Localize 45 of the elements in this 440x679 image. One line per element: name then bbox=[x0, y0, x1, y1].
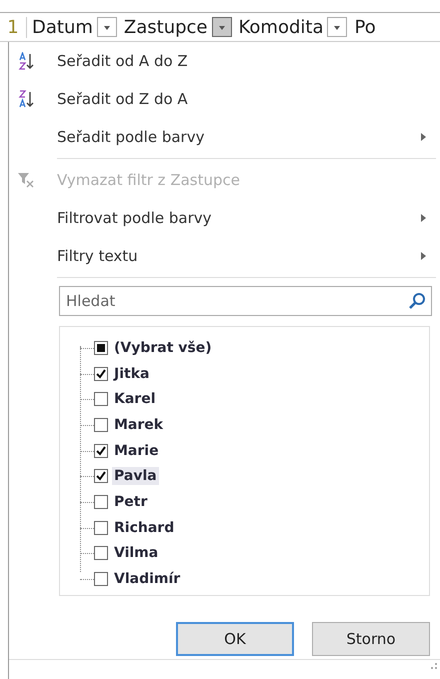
resize-grip-icon[interactable] bbox=[430, 662, 438, 670]
checkbox[interactable] bbox=[94, 340, 108, 355]
checkbox[interactable] bbox=[94, 546, 108, 560]
checkbox[interactable] bbox=[94, 392, 108, 406]
sort-descending-icon bbox=[17, 90, 34, 108]
checkmark-icon bbox=[96, 368, 106, 379]
column-header: Datum bbox=[32, 16, 93, 38]
menu-item[interactable]: Filtry textu bbox=[9, 237, 440, 275]
checkbox[interactable] bbox=[94, 520, 108, 535]
clear-filter-icon bbox=[17, 171, 34, 189]
dialog-button[interactable]: Storno bbox=[312, 622, 430, 656]
checkbox[interactable] bbox=[94, 572, 108, 586]
value-label[interactable]: Karel bbox=[112, 390, 158, 408]
column-header: Po bbox=[354, 16, 376, 38]
value-label[interactable]: Vladimír bbox=[112, 570, 182, 588]
value-label[interactable]: Petr bbox=[112, 492, 150, 511]
checkbox[interactable] bbox=[94, 366, 108, 381]
value-label[interactable]: (Vybrat vše) bbox=[112, 338, 214, 357]
checkbox[interactable] bbox=[94, 444, 108, 458]
checkbox[interactable] bbox=[94, 494, 108, 509]
column-header: Komodita bbox=[238, 16, 324, 38]
value-label[interactable]: Vilma bbox=[112, 544, 160, 562]
sort-ascending-icon bbox=[17, 52, 34, 70]
filter-dropdown-button[interactable] bbox=[212, 17, 232, 37]
column-header: Zastupce bbox=[124, 16, 208, 38]
filter-dropdown-button[interactable] bbox=[327, 17, 348, 37]
checkmark-icon bbox=[96, 471, 106, 482]
search-icon bbox=[408, 292, 426, 310]
menu-item[interactable]: Seřadit od Z do A bbox=[9, 80, 440, 118]
menu-item[interactable]: Filtrovat podle barvy bbox=[9, 199, 440, 237]
menu-item[interactable]: Seřadit podle barvy bbox=[9, 118, 440, 156]
indeterminate-icon bbox=[97, 344, 105, 352]
value-label[interactable]: Marek bbox=[112, 416, 166, 434]
value-label[interactable]: Jitka bbox=[112, 364, 152, 383]
value-label[interactable]: Richard bbox=[112, 518, 176, 537]
dialog-button[interactable]: OK bbox=[176, 622, 294, 656]
menu-item[interactable]: Seřadit od A do Z bbox=[9, 42, 440, 80]
checkbox[interactable] bbox=[94, 469, 108, 484]
search-field[interactable]: Hledat bbox=[59, 286, 432, 316]
checkbox[interactable] bbox=[94, 418, 108, 432]
row-number: 1 bbox=[0, 16, 27, 38]
value-label[interactable]: Pavla bbox=[112, 467, 159, 486]
value-label[interactable]: Marie bbox=[112, 442, 161, 460]
checkmark-icon bbox=[96, 446, 106, 456]
filter-dropdown-button[interactable] bbox=[96, 17, 117, 37]
